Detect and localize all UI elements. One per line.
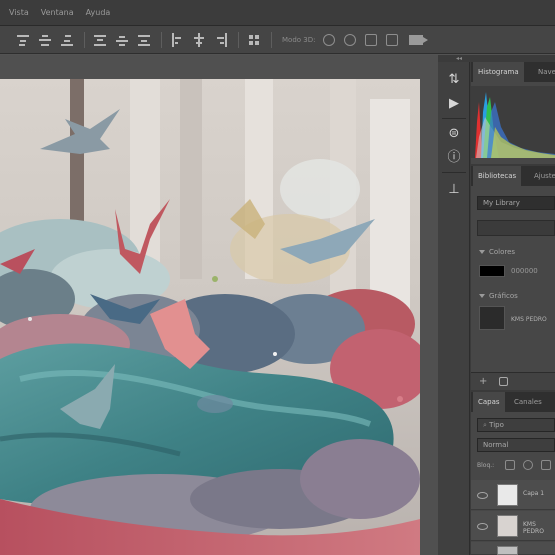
- align-top-icon[interactable]: [16, 33, 30, 47]
- panel-icon-strip: ⇅ ▶ ⊜ ⓘ ⊥: [438, 62, 470, 555]
- artwork-image: [0, 79, 420, 555]
- color-hex-value: 000000: [511, 267, 538, 275]
- layer-thumbnail: [497, 484, 518, 506]
- distribute-top-icon[interactable]: [93, 33, 107, 47]
- tab-adjustments[interactable]: Ajustes: [529, 166, 555, 186]
- tab-layers[interactable]: Capas: [473, 392, 505, 412]
- divider: [84, 31, 85, 48]
- layer-row[interactable]: KMS PEDRO: [471, 511, 555, 541]
- library-search-field[interactable]: [477, 220, 555, 236]
- divider: [442, 172, 466, 173]
- adjust-icon[interactable]: ⊜: [446, 126, 462, 142]
- tab-histogram[interactable]: Histograma: [473, 62, 524, 82]
- divider: [271, 31, 272, 48]
- distribute-bottom-icon[interactable]: [137, 33, 151, 47]
- layer-name: KMS PEDRO: [523, 521, 544, 535]
- align-horizontal-center-icon[interactable]: [192, 32, 206, 47]
- workspace: [0, 55, 438, 555]
- graphic-name: KMS PEDRO: [511, 316, 547, 323]
- visibility-eye-icon[interactable]: [477, 492, 488, 499]
- add-content-icon[interactable]: +: [479, 376, 487, 387]
- properties-icon[interactable]: ⊥: [446, 182, 462, 198]
- document-canvas[interactable]: [0, 79, 420, 555]
- graphic-thumbnail[interactable]: [479, 306, 505, 330]
- tab-navigator[interactable]: Navegador: [533, 62, 555, 82]
- distribute-vertical-center-icon[interactable]: [115, 33, 129, 47]
- info-icon[interactable]: ⓘ: [446, 150, 462, 166]
- lock-position-icon[interactable]: [541, 460, 551, 470]
- cloud-sync-icon[interactable]: [499, 377, 508, 386]
- colors-section-header[interactable]: Colores: [479, 248, 515, 256]
- graphics-section-header[interactable]: Gráficos: [479, 292, 518, 300]
- history-icon[interactable]: ⇅: [446, 72, 462, 88]
- library-select-value: My Library: [483, 199, 520, 207]
- align-right-icon[interactable]: [214, 32, 228, 47]
- rotate-3d-icon[interactable]: [323, 33, 336, 46]
- roll-3d-icon[interactable]: [344, 33, 357, 46]
- histogram-tab-row: Histograma Navegador: [471, 62, 555, 82]
- blend-mode-value: Normal: [483, 441, 509, 449]
- distribute-columns-icon[interactable]: [247, 33, 261, 47]
- layer-thumbnail: [497, 546, 518, 555]
- color-swatch[interactable]: [479, 265, 505, 277]
- layer-thumbnail: [497, 515, 518, 537]
- options-bar: Modo 3D:: [0, 26, 555, 54]
- menu-item-ayuda[interactable]: Ayuda: [86, 8, 111, 17]
- layer-kind-filter[interactable]: ⌕ Tipo: [477, 418, 555, 432]
- divider: [238, 31, 239, 48]
- drag-3d-icon[interactable]: [365, 33, 378, 46]
- libraries-footer: +: [471, 372, 555, 390]
- lock-pixels-icon[interactable]: [523, 460, 533, 470]
- slide-3d-icon[interactable]: [386, 33, 399, 46]
- menu-item-ventana[interactable]: Ventana: [41, 8, 74, 17]
- graphics-section-label: Gráficos: [489, 292, 518, 300]
- actions-play-icon[interactable]: ▶: [446, 96, 462, 112]
- menu-item-vista[interactable]: Vista: [9, 8, 29, 17]
- visibility-eye-icon[interactable]: [477, 523, 488, 530]
- expand-icon: [479, 250, 485, 254]
- collapse-panels-icon[interactable]: ◂◂: [456, 55, 462, 62]
- divider: [442, 118, 466, 119]
- libraries-panel: My Library Colores 000000 Gráficos KMS P…: [471, 186, 555, 372]
- layer-row[interactable]: [471, 542, 555, 555]
- panels-column: Histograma Navegador Bibliotecas Ajustes…: [471, 62, 555, 555]
- tab-channels[interactable]: Canales: [509, 392, 547, 412]
- menu-bar: Vista Ventana Ayuda: [0, 0, 555, 26]
- divider: [161, 31, 162, 48]
- layer-name: Capa 1: [523, 490, 545, 497]
- colors-section-label: Colores: [489, 248, 516, 256]
- video-camera-icon[interactable]: [409, 34, 429, 45]
- align-bottom-icon[interactable]: [60, 33, 74, 47]
- lock-label: Bloq.:: [477, 462, 495, 469]
- layers-tab-row: Capas Canales: [471, 392, 555, 412]
- layer-kind-filter-value: Tipo: [489, 421, 504, 429]
- lock-transparent-icon[interactable]: [505, 460, 515, 470]
- mode-3d-label: Modo 3D:: [282, 35, 316, 44]
- blend-mode-select[interactable]: Normal: [477, 438, 555, 452]
- libraries-tab-row: Bibliotecas Ajustes: [471, 166, 555, 186]
- tab-libraries[interactable]: Bibliotecas: [473, 166, 522, 186]
- histogram-panel: [471, 82, 555, 164]
- library-select[interactable]: My Library: [477, 196, 555, 210]
- align-left-icon[interactable]: [170, 32, 184, 47]
- layer-row[interactable]: Capa 1: [471, 480, 555, 510]
- expand-icon: [479, 294, 485, 298]
- align-vertical-center-icon[interactable]: [38, 33, 52, 47]
- layers-panel: ⌕ Tipo Normal Bloq.: Capa 1 KMS PEDRO: [471, 412, 555, 555]
- histogram-graph: [471, 86, 555, 158]
